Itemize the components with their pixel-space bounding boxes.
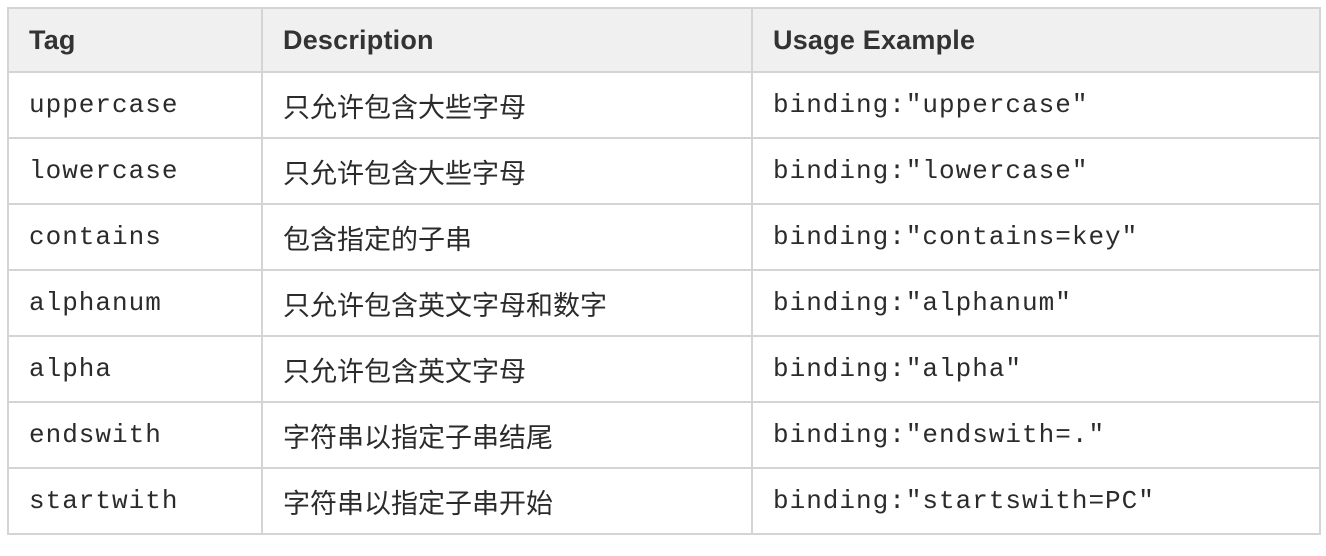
example-cell: binding:"uppercase" — [751, 71, 1321, 139]
example-cell: binding:"alphanum" — [751, 269, 1321, 337]
description-cell: 字符串以指定子串结尾 — [261, 401, 753, 469]
table-header: Tag Description Usage Example — [7, 7, 1321, 73]
description-cell: 只允许包含大些字母 — [261, 137, 753, 205]
example-cell: binding:"endswith=." — [751, 401, 1321, 469]
example-cell: binding:"alpha" — [751, 335, 1321, 403]
validation-tags-table: Tag Description Usage Example uppercase … — [7, 7, 1321, 535]
example-cell: binding:"startswith=PC" — [751, 467, 1321, 535]
table-row: lowercase 只允许包含大些字母 binding:"lowercase" — [7, 137, 1321, 205]
tag-cell: endswith — [7, 401, 263, 469]
table-row: contains 包含指定的子串 binding:"contains=key" — [7, 203, 1321, 271]
tag-cell: startwith — [7, 467, 263, 535]
description-cell: 只允许包含英文字母和数字 — [261, 269, 753, 337]
tag-cell: alpha — [7, 335, 263, 403]
description-cell: 字符串以指定子串开始 — [261, 467, 753, 535]
header-description: Description — [261, 7, 753, 73]
table-body: uppercase 只允许包含大些字母 binding:"uppercase" … — [7, 71, 1321, 535]
header-usage-example: Usage Example — [751, 7, 1321, 73]
description-cell: 只允许包含英文字母 — [261, 335, 753, 403]
tag-cell: lowercase — [7, 137, 263, 205]
tag-cell: uppercase — [7, 71, 263, 139]
example-cell: binding:"contains=key" — [751, 203, 1321, 271]
tag-cell: alphanum — [7, 269, 263, 337]
description-cell: 只允许包含大些字母 — [261, 71, 753, 139]
tag-cell: contains — [7, 203, 263, 271]
table-row: startwith 字符串以指定子串开始 binding:"startswith… — [7, 467, 1321, 535]
table-row: uppercase 只允许包含大些字母 binding:"uppercase" — [7, 71, 1321, 139]
example-cell: binding:"lowercase" — [751, 137, 1321, 205]
header-tag: Tag — [7, 7, 263, 73]
table-row: alphanum 只允许包含英文字母和数字 binding:"alphanum" — [7, 269, 1321, 337]
table-row: endswith 字符串以指定子串结尾 binding:"endswith=." — [7, 401, 1321, 469]
validation-tags-table-container: Tag Description Usage Example uppercase … — [7, 7, 1321, 535]
header-row: Tag Description Usage Example — [7, 7, 1321, 73]
table-row: alpha 只允许包含英文字母 binding:"alpha" — [7, 335, 1321, 403]
description-cell: 包含指定的子串 — [261, 203, 753, 271]
